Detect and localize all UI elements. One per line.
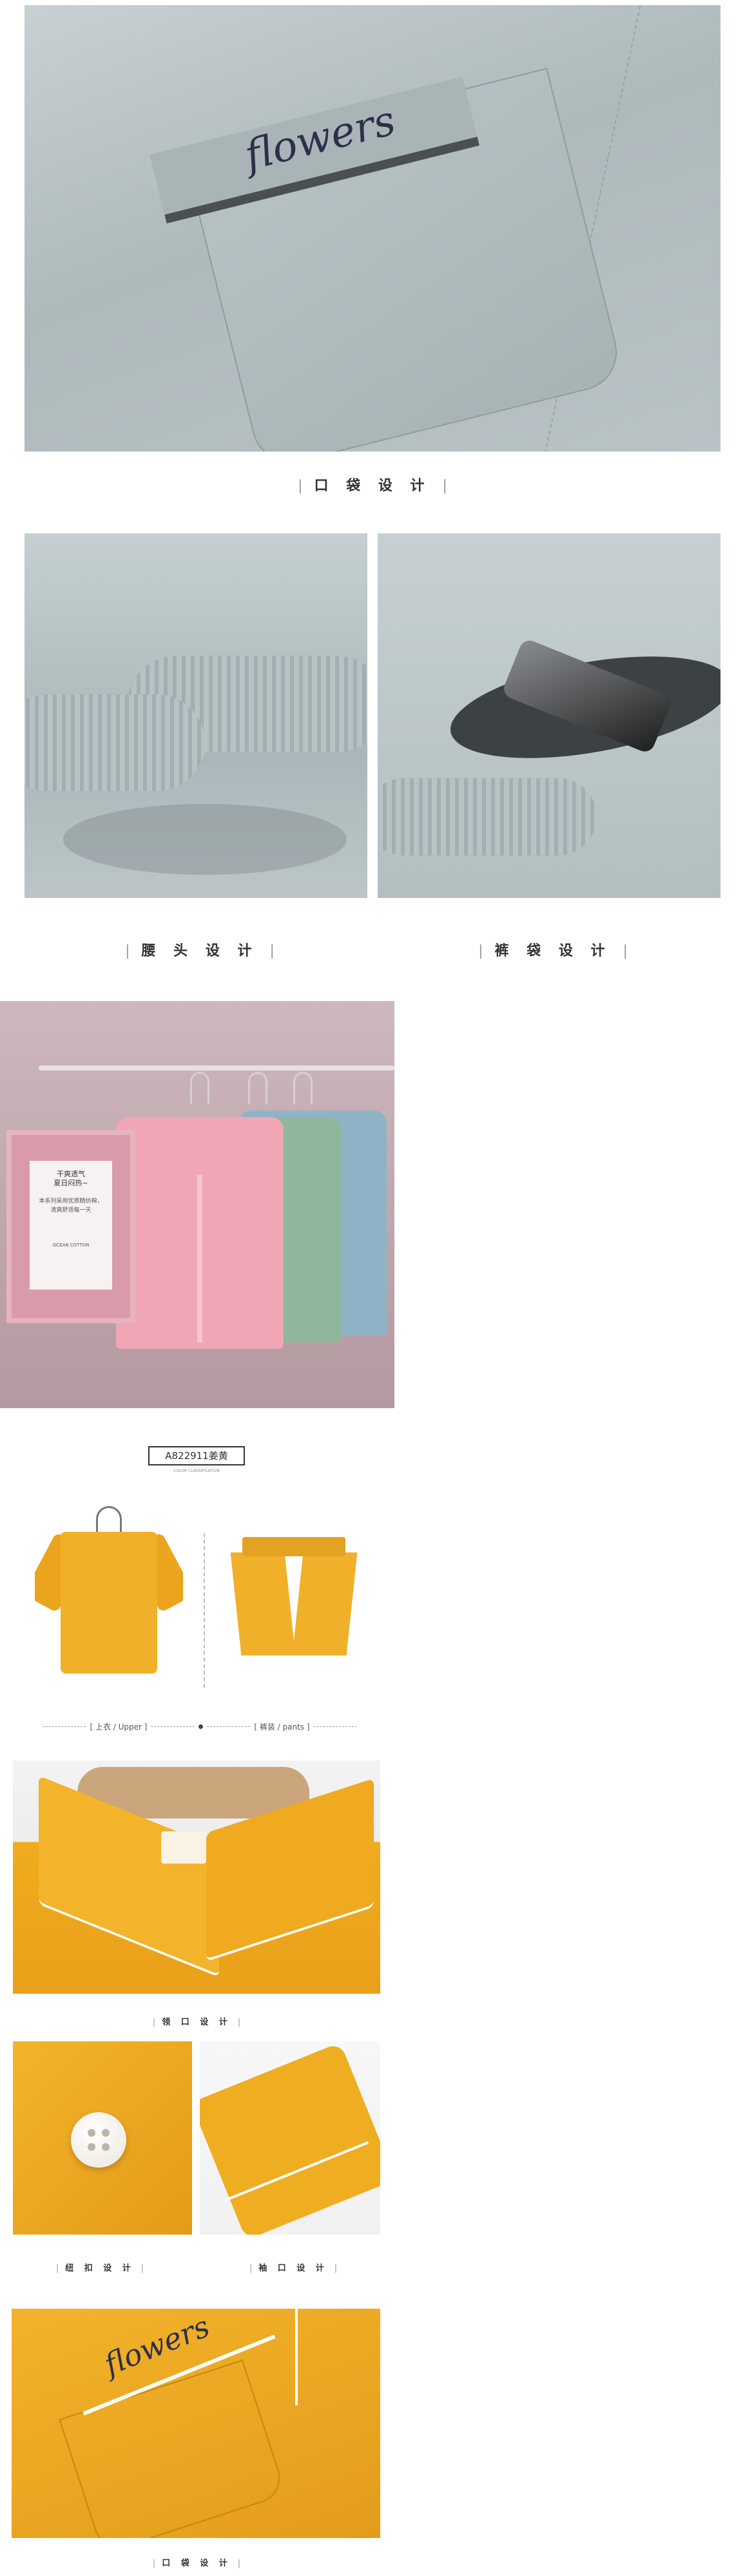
waistband-design-caption: | 腰 头 设 计 | <box>125 943 275 959</box>
brand-card-inner: 干爽透气 夏日闷热~ 本系列采用优质精纺棉， 清爽舒适每一天 OCEAN COT… <box>30 1161 112 1290</box>
flat-shirt-yellow <box>35 1506 183 1677</box>
trouser-pocket-design-caption: | 裤 袋 设 计 | <box>478 943 628 959</box>
pocket-design-caption: | 口 袋 设 计 | <box>298 478 447 494</box>
right-leg <box>292 1552 357 1655</box>
card-title: 干爽透气 <box>57 1170 85 1178</box>
card-title-2: 夏日闷热~ <box>53 1179 88 1187</box>
waistband <box>242 1537 345 1556</box>
hanger-hook <box>190 1072 209 1104</box>
brand-card: 干爽透气 夏日闷热~ 本系列采用优质精纺棉， 清爽舒适每一天 OCEAN COT… <box>6 1130 135 1323</box>
side-pocket-gray-photo <box>378 533 721 898</box>
embroidery-text: flowers <box>99 2309 215 2382</box>
pocket-design-caption-2: | 口 袋 设 计 | <box>152 2559 241 2568</box>
clothes-rail <box>39 1065 394 1071</box>
placket-edge <box>295 2309 298 2405</box>
pants-label: [ 裤装 / pants ] <box>254 1722 310 1732</box>
sleeve-yellow-photo <box>200 2041 380 2235</box>
pocket-gray-photo: flowers <box>24 5 721 452</box>
fabric-shadow <box>63 804 347 875</box>
hanger-hook <box>293 1072 313 1104</box>
upper-label: [ 上衣 / Upper ] <box>90 1722 148 1732</box>
hangers-lifestyle-photo: 干爽透气 夏日闷热~ 本系列采用优质精纺棉， 清爽舒适每一天 OCEAN COT… <box>0 1001 394 1408</box>
model-code-box: A822911姜黄 <box>148 1446 245 1465</box>
shirt-body <box>61 1532 157 1674</box>
card-logo: OCEAN COTTON <box>52 1243 90 1248</box>
dash-line <box>206 1726 251 1727</box>
sleeve-shape <box>200 2042 380 2235</box>
button-design-caption: | 纽 扣 设 计 | <box>55 2264 144 2273</box>
hanger-hook <box>248 1072 267 1104</box>
button-placket <box>197 1175 202 1342</box>
neck-label <box>161 1831 206 1864</box>
elastic-cuff <box>24 694 205 791</box>
card-line-1: 本系列采用优质精纺棉， <box>39 1198 103 1205</box>
upper-pants-legend: [ 上衣 / Upper ] [ 裤装 / pants ] <box>39 1721 361 1732</box>
button-yellow-photo <box>13 2041 192 2235</box>
dash-line <box>313 1726 358 1727</box>
dashed-divider <box>204 1533 205 1688</box>
pink-shirt <box>116 1117 284 1349</box>
elastic-cuff <box>378 778 597 855</box>
dash-line <box>151 1726 195 1727</box>
dash-line <box>43 1726 86 1727</box>
waistband-gray-photo <box>24 533 367 898</box>
shirt-button <box>71 2112 126 2168</box>
left-leg <box>231 1552 296 1655</box>
flat-shorts-yellow <box>231 1537 357 1655</box>
collar-design-caption: | 领 口 设 计 | <box>152 2018 241 2027</box>
collar-yellow-photo <box>13 1760 380 1994</box>
color-classification-note: COLOR CLASSIFICATION <box>173 1469 220 1473</box>
pocket-shape <box>59 2360 287 2538</box>
pocket-yellow-photo: flowers <box>12 2309 380 2538</box>
card-line-2: 清爽舒适每一天 <box>50 1207 92 1214</box>
cuff-design-caption: | 袖 口 设 计 | <box>249 2264 338 2273</box>
center-dot <box>198 1724 203 1729</box>
